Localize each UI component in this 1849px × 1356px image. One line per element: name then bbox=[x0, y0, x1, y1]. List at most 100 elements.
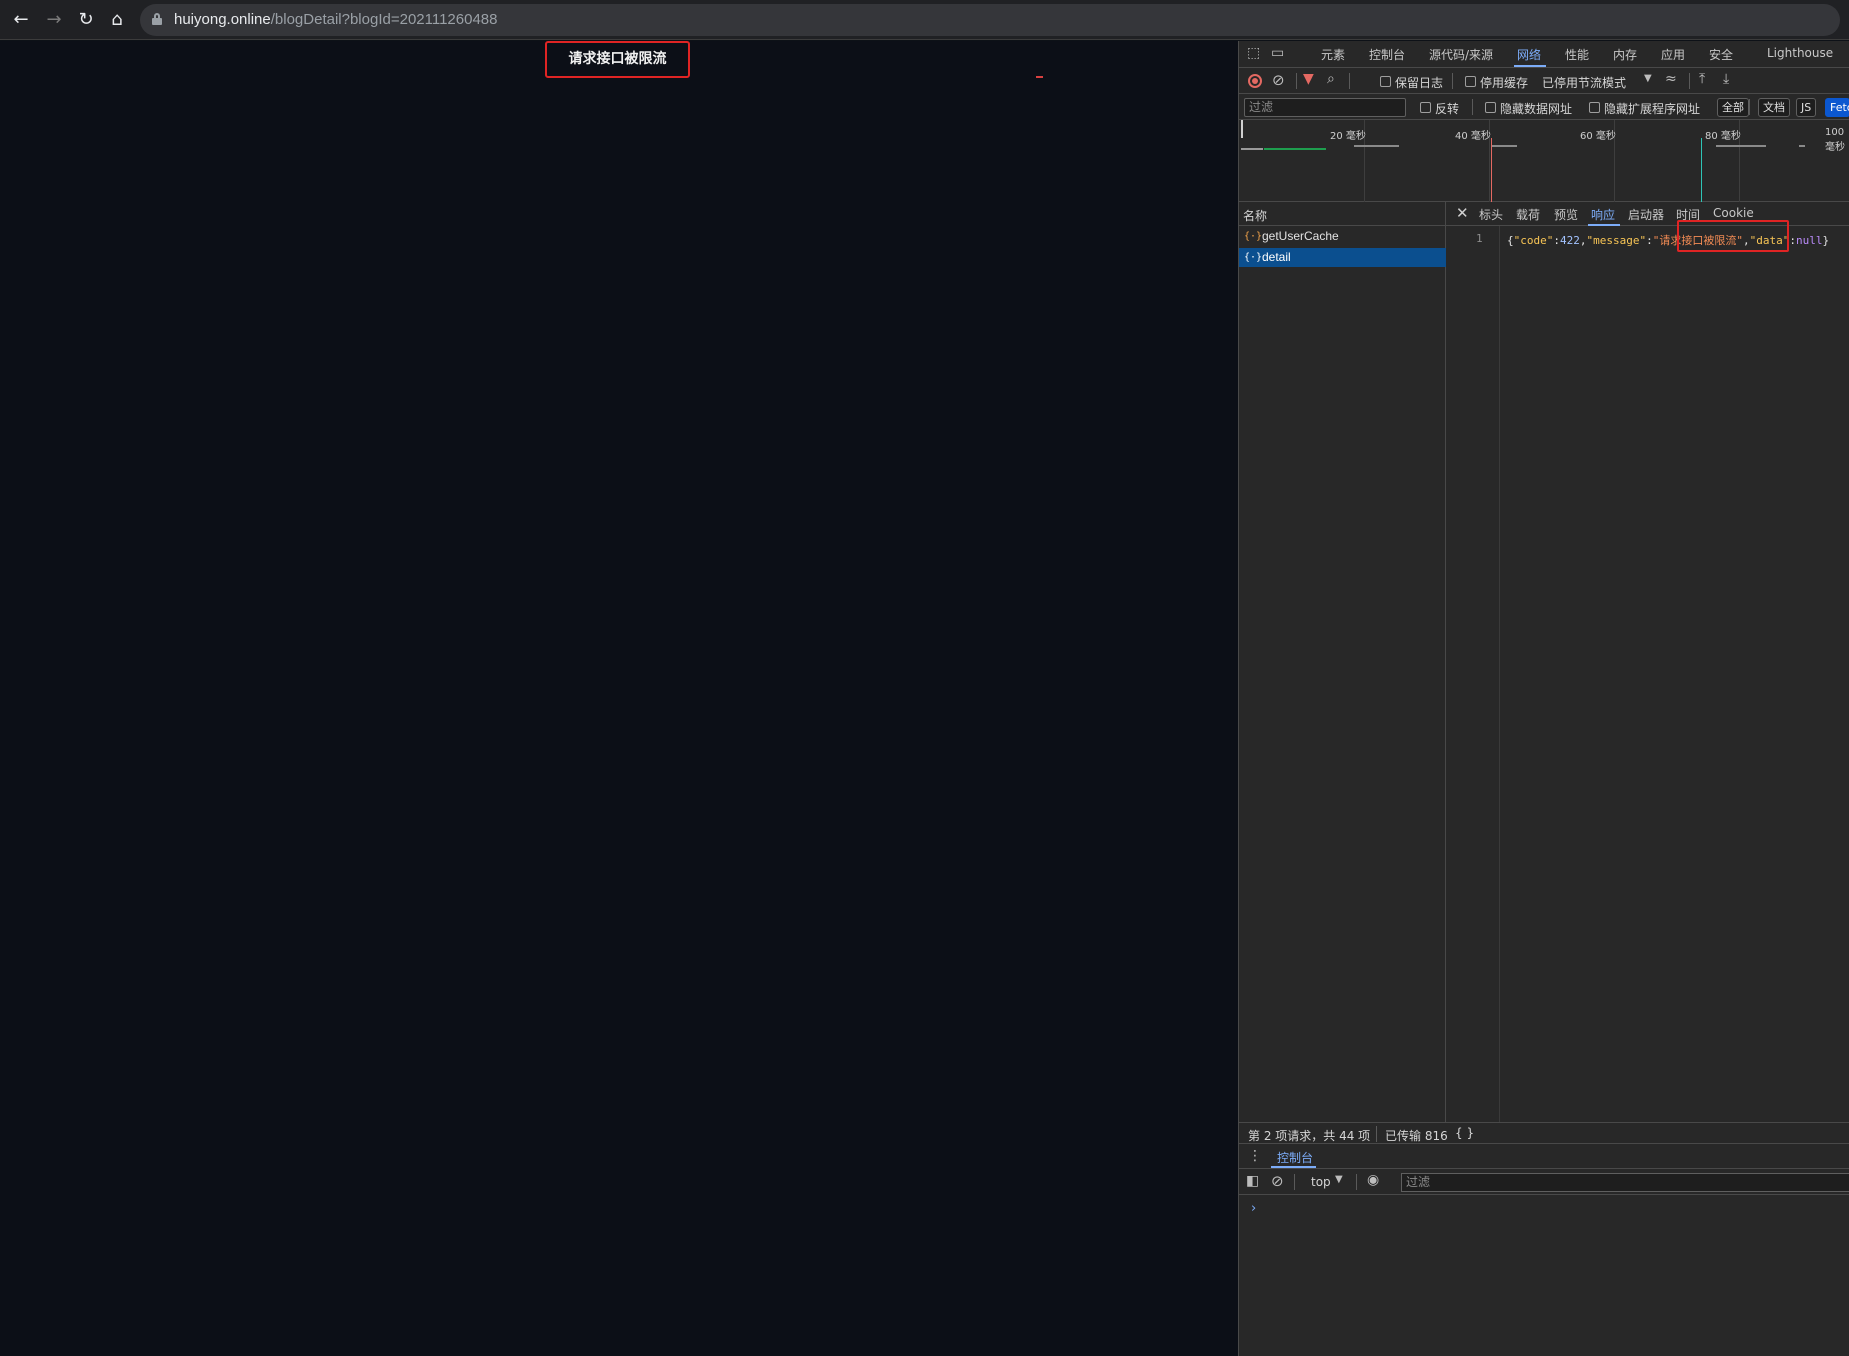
filter-type-doc[interactable]: 文档 bbox=[1758, 98, 1790, 117]
request-name: getUserCache bbox=[1262, 229, 1339, 243]
tab-security[interactable]: 安全 bbox=[1709, 46, 1733, 63]
json-comma: , bbox=[1579, 234, 1587, 247]
line-gutter: 1 bbox=[1446, 226, 1500, 1122]
response-json: {"code":422,"message":"请求接口被限流","data":n… bbox=[1507, 220, 1830, 252]
filter-icon[interactable]: ▼ bbox=[1303, 71, 1314, 87]
hide-ext-urls-label: 隐藏扩展程序网址 bbox=[1604, 102, 1701, 116]
json-key: "code" bbox=[1513, 234, 1554, 247]
tab-memory[interactable]: 内存 bbox=[1613, 46, 1637, 63]
overview-label-100: 100 毫秒 bbox=[1825, 127, 1845, 153]
filter-type-fetch[interactable]: Fetch bbox=[1825, 98, 1849, 117]
overview-cursor bbox=[1241, 120, 1243, 138]
xhr-icon: {·} bbox=[1244, 231, 1263, 242]
chevron-down-icon[interactable]: ▼ bbox=[1644, 73, 1652, 84]
inspect-icon[interactable]: ⬚ bbox=[1247, 45, 1260, 61]
tab-response[interactable]: 响应 bbox=[1591, 206, 1615, 223]
drawer-tabbar: ⋮ 控制台 bbox=[1239, 1144, 1849, 1169]
upload-icon[interactable]: ⤒ bbox=[1699, 71, 1705, 87]
overview-label-80: 80 毫秒 bbox=[1705, 131, 1741, 142]
preserve-log-label: 保留日志 bbox=[1395, 76, 1444, 90]
record-icon[interactable] bbox=[1248, 74, 1262, 88]
url-path: /blogDetail?blogId=202111260488 bbox=[270, 11, 498, 28]
console-prompt[interactable]: › bbox=[1251, 1201, 1256, 1216]
tab-console[interactable]: 控制台 bbox=[1369, 46, 1405, 63]
home-icon[interactable]: ⌂ bbox=[106, 9, 128, 31]
response-body: 1 {"code":422,"message":"请求接口被限流","data"… bbox=[1446, 220, 1849, 1122]
disable-cache-checkbox[interactable] bbox=[1465, 76, 1476, 87]
network-filter-row: 过滤 反转 隐藏数据网址 隐藏扩展程序网址 全部 文档 JS Fetch bbox=[1239, 94, 1849, 120]
back-icon[interactable]: ← bbox=[10, 9, 32, 31]
overview-label-60: 60 毫秒 bbox=[1580, 131, 1616, 142]
network-status-bar: 第 2 项请求，共 44 项 已传输 816 { } bbox=[1239, 1122, 1849, 1144]
tab-initiator[interactable]: 启动器 bbox=[1628, 206, 1664, 223]
overview-label-20: 20 毫秒 bbox=[1330, 131, 1366, 142]
download-icon[interactable]: ⤓ bbox=[1723, 71, 1729, 87]
devtools-tabbar: ⬚ ▭ 元素 控制台 源代码/来源 网络 性能 内存 应用 安全 Lightho… bbox=[1239, 41, 1849, 68]
invert-checkbox[interactable] bbox=[1420, 102, 1431, 113]
tab-application[interactable]: 应用 bbox=[1661, 46, 1685, 63]
disable-cache-label: 停用缓存 bbox=[1480, 76, 1529, 90]
tab-lighthouse[interactable]: Lighthouse bbox=[1767, 46, 1833, 60]
url-host: huiyong.online bbox=[174, 11, 271, 28]
request-name: detail bbox=[1262, 250, 1291, 264]
url-text: huiyong.online/blogDetail?blogId=2021112… bbox=[174, 11, 497, 28]
json-key: "message" bbox=[1586, 234, 1647, 247]
json-brace: { bbox=[1507, 234, 1514, 247]
browser-toolbar: ← → ↻ ⌂ huiyong.online/blogDetail?blogId… bbox=[0, 0, 1849, 40]
highlight-box bbox=[1677, 220, 1789, 252]
xhr-icon: {·} bbox=[1244, 252, 1263, 263]
lock-icon bbox=[152, 13, 162, 25]
reload-icon[interactable]: ↻ bbox=[75, 9, 97, 31]
console-filter-input[interactable]: 过滤 bbox=[1401, 1173, 1849, 1192]
dom-marker bbox=[1701, 138, 1702, 202]
device-toggle-icon[interactable]: ▭ bbox=[1271, 45, 1284, 61]
drawer-tab-console[interactable]: 控制台 bbox=[1277, 1149, 1313, 1166]
request-row-detail[interactable]: {·} detail bbox=[1239, 248, 1446, 267]
tab-headers[interactable]: 标头 bbox=[1479, 206, 1503, 223]
sidebar-toggle-icon[interactable]: ◧ bbox=[1246, 1173, 1259, 1189]
filter-type-js[interactable]: JS bbox=[1796, 98, 1817, 117]
console-toolbar: ◧ ⊘ top ▼ ◉ 过滤 bbox=[1239, 1169, 1849, 1195]
request-detail: ✕ 标头 载荷 预览 响应 启动器 时间 Cookie 1 {"code":42… bbox=[1446, 202, 1849, 1122]
tab-preview[interactable]: 预览 bbox=[1554, 206, 1578, 223]
json-colon: : bbox=[1553, 234, 1560, 247]
preserve-log-checkbox[interactable] bbox=[1380, 76, 1391, 87]
context-select[interactable]: top bbox=[1311, 1175, 1331, 1189]
braces-icon[interactable]: { } bbox=[1455, 1126, 1474, 1140]
filter-type-all[interactable]: 全部 bbox=[1717, 98, 1749, 117]
address-bar[interactable]: huiyong.online/blogDetail?blogId=2021112… bbox=[140, 4, 1840, 36]
hide-data-urls-label: 隐藏数据网址 bbox=[1500, 102, 1573, 116]
throttle-select[interactable]: 已停用节流模式 bbox=[1542, 74, 1626, 91]
transferred-size: 已传输 816 bbox=[1385, 1129, 1448, 1143]
network-overview: 20 毫秒 40 毫秒 60 毫秒 80 毫秒 100 毫秒 bbox=[1239, 120, 1849, 202]
request-list-header[interactable]: 名称 bbox=[1239, 202, 1446, 226]
network-conditions-icon[interactable]: ≈ bbox=[1665, 71, 1677, 87]
tab-network[interactable]: 网络 bbox=[1517, 46, 1541, 63]
close-icon[interactable]: ✕ bbox=[1456, 204, 1469, 222]
clear-icon[interactable]: ⊘ bbox=[1272, 71, 1285, 89]
eye-icon[interactable]: ◉ bbox=[1367, 1172, 1379, 1188]
filter-input[interactable]: 过滤 bbox=[1244, 98, 1406, 117]
tab-cookie[interactable]: Cookie bbox=[1713, 206, 1754, 220]
json-colon: : bbox=[1646, 234, 1653, 247]
overview-label-40: 40 毫秒 bbox=[1455, 131, 1491, 142]
tab-performance[interactable]: 性能 bbox=[1565, 46, 1589, 63]
chevron-down-icon[interactable]: ▼ bbox=[1335, 1174, 1343, 1185]
json-null: null bbox=[1795, 234, 1823, 247]
hide-ext-urls-checkbox[interactable] bbox=[1589, 102, 1600, 113]
tab-sources[interactable]: 源代码/来源 bbox=[1429, 46, 1493, 63]
json-brace: } bbox=[1822, 234, 1830, 247]
json-number: 422 bbox=[1560, 234, 1580, 247]
tab-payload[interactable]: 载荷 bbox=[1516, 206, 1540, 223]
request-row-getUserCache[interactable]: {·} getUserCache bbox=[1239, 227, 1446, 246]
hide-data-urls-checkbox[interactable] bbox=[1485, 102, 1496, 113]
forward-icon[interactable]: → bbox=[43, 9, 65, 31]
load-marker bbox=[1491, 138, 1492, 202]
request-list: 名称 {·} getUserCache {·} detail bbox=[1239, 202, 1446, 1122]
clear-console-icon[interactable]: ⊘ bbox=[1271, 1172, 1284, 1190]
more-icon[interactable]: ⋮ bbox=[1248, 1148, 1262, 1164]
line-number: 1 bbox=[1476, 232, 1483, 245]
search-icon[interactable]: ⌕ bbox=[1327, 71, 1335, 87]
tab-elements[interactable]: 元素 bbox=[1321, 46, 1345, 63]
json-colon: : bbox=[1789, 234, 1796, 247]
